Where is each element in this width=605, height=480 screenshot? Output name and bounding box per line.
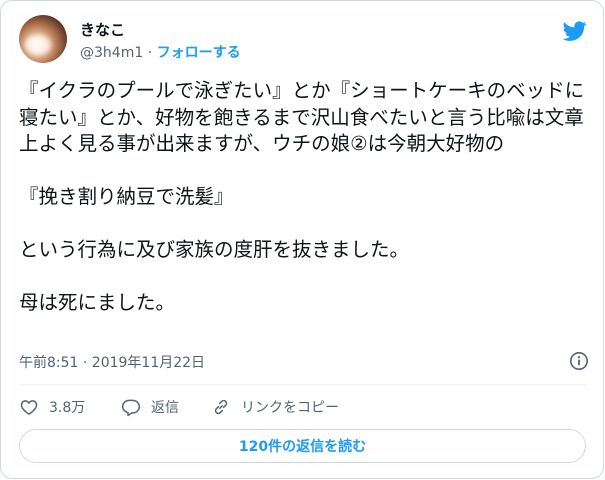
copy-link-button[interactable]: リンクをコピー	[211, 396, 339, 418]
handle-row: @3h4m1 · フォローする	[80, 42, 241, 62]
handle-separator: ·	[147, 45, 153, 61]
link-icon	[214, 399, 228, 415]
speech-bubble-icon	[121, 399, 141, 417]
like-count: 3.8万	[49, 400, 86, 416]
follow-button[interactable]: フォローする	[157, 45, 241, 61]
tweet-text: 『イクラのプールで泳ぎたい』とか『ショートケーキのベッドに寝たい』とか、好物を飽…	[19, 79, 585, 314]
like-button[interactable]: 3.8万	[19, 396, 85, 418]
display-name[interactable]: きなこ	[80, 19, 125, 40]
reply-label: 返信	[151, 400, 179, 416]
read-replies-button[interactable]: 120件の返信を読む	[19, 429, 586, 463]
divider	[19, 384, 586, 385]
tweet-meta: 午前8:51 · 2019年11月22日	[19, 352, 589, 372]
copy-link-label: リンクをコピー	[241, 400, 339, 416]
avatar[interactable]	[19, 15, 67, 63]
info-icon[interactable]	[569, 351, 589, 371]
tweet-card: きなこ @3h4m1 · フォローする 『イクラのプールで泳ぎたい』とか『ショー…	[0, 0, 604, 479]
user-handle[interactable]: @3h4m1	[80, 45, 143, 61]
tweet-timestamp[interactable]: 午前8:51 · 2019年11月22日	[19, 352, 205, 372]
reply-button[interactable]: 返信	[121, 396, 179, 418]
heart-icon	[20, 400, 38, 415]
twitter-bird-icon[interactable]	[563, 19, 587, 43]
tweet-header: きなこ @3h4m1 · フォローする	[19, 13, 589, 65]
